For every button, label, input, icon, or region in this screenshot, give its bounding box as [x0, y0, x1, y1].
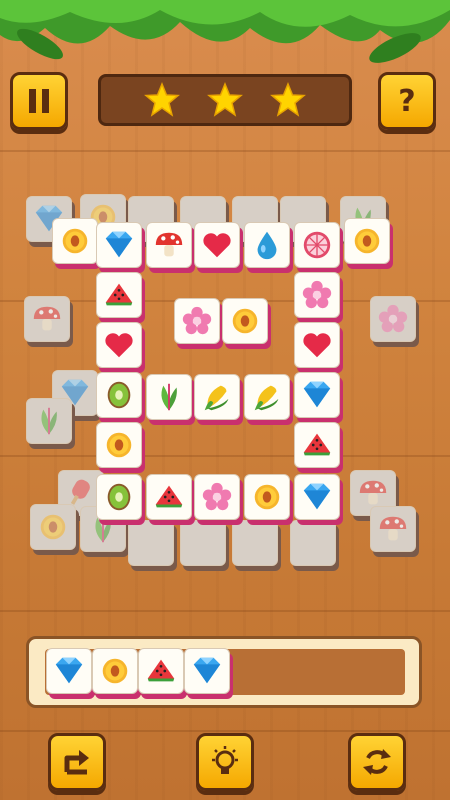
jungle-leaves-decoration	[0, 0, 450, 63]
board-tile[interactable]	[294, 222, 344, 274]
mushroom-icon	[155, 232, 183, 257]
hidden-tile	[180, 520, 230, 572]
lemon-slice-icon	[303, 231, 331, 259]
board-tile[interactable]	[52, 218, 102, 270]
watermelon-icon	[155, 485, 183, 508]
diamond-icon	[193, 657, 221, 684]
tray-slot-tile[interactable]	[138, 648, 188, 700]
board-tile[interactable]	[194, 222, 244, 274]
star-icon	[269, 82, 306, 117]
board-tile[interactable]	[146, 374, 196, 426]
-icon	[238, 526, 272, 560]
pause-icon	[29, 89, 49, 113]
-icon	[134, 526, 168, 560]
board-tile[interactable]	[96, 272, 146, 324]
star-rating-bar	[98, 74, 352, 126]
corn-icon	[204, 385, 229, 411]
star-icon	[144, 82, 181, 117]
board-tile[interactable]	[294, 422, 344, 474]
lower-tile	[370, 296, 420, 348]
mushroom-icon	[33, 306, 61, 331]
peach-icon	[354, 228, 380, 254]
tray-slot-tile[interactable]	[184, 648, 234, 700]
board-tile[interactable]	[344, 218, 394, 270]
kiwi-icon	[107, 381, 131, 409]
hint-lightbulb-icon	[212, 746, 238, 774]
board-tile[interactable]	[96, 474, 146, 526]
diamond-icon	[303, 483, 331, 510]
help-label: ?	[398, 83, 416, 119]
board-tile[interactable]	[96, 322, 146, 374]
board-tile[interactable]	[146, 222, 196, 274]
board-tile[interactable]	[146, 474, 196, 526]
help-button[interactable]: ?	[378, 72, 436, 130]
-icon	[186, 526, 220, 560]
lower-tile	[30, 504, 80, 556]
board-tile[interactable]	[244, 222, 294, 274]
watermelon-icon	[147, 659, 175, 682]
-icon	[296, 526, 330, 560]
lower-tile	[24, 296, 74, 348]
flower-icon	[202, 482, 232, 511]
tray-slot-tile[interactable]	[92, 648, 142, 700]
board-tile[interactable]	[294, 372, 344, 424]
undo-icon	[64, 750, 89, 775]
kiwi-icon	[107, 483, 131, 511]
flower-icon	[378, 304, 408, 333]
wood-plank-line	[0, 610, 450, 612]
board-tile[interactable]	[174, 298, 224, 350]
hidden-tile	[128, 520, 178, 572]
watermelon-icon	[105, 283, 133, 306]
shuffle-button[interactable]	[348, 733, 406, 791]
hint-button[interactable]	[196, 733, 254, 791]
board-tile[interactable]	[194, 474, 244, 526]
peach-icon	[232, 308, 258, 334]
board-tile[interactable]	[294, 474, 344, 526]
peach-icon	[254, 484, 280, 510]
peach-icon	[106, 432, 132, 458]
heart-icon	[203, 233, 231, 258]
heart-icon	[105, 333, 133, 358]
board-tile[interactable]	[244, 374, 294, 426]
board-tile[interactable]	[294, 322, 344, 374]
leaves-icon	[41, 407, 57, 435]
water-drop-icon	[257, 231, 277, 260]
board-tile[interactable]	[222, 298, 272, 350]
tray-slot-tile[interactable]	[46, 648, 96, 700]
board-tile[interactable]	[194, 374, 244, 426]
board-tile[interactable]	[96, 372, 146, 424]
wood-plank-line	[0, 730, 450, 732]
diamond-icon	[303, 381, 331, 408]
peach-icon	[102, 658, 128, 684]
board-tile[interactable]	[294, 272, 344, 324]
diamond-icon	[55, 657, 83, 684]
board-tile[interactable]	[96, 422, 146, 474]
mushroom-icon	[359, 480, 387, 505]
star-icon	[207, 82, 243, 117]
peach-icon	[40, 514, 66, 540]
leaves-icon	[161, 383, 177, 411]
watermelon-icon	[303, 433, 331, 456]
corn-icon	[254, 385, 279, 411]
pause-button[interactable]	[10, 72, 68, 130]
mushroom-icon	[379, 516, 407, 541]
flower-icon	[182, 306, 212, 335]
peach-icon	[62, 228, 88, 254]
diamond-icon	[105, 231, 133, 258]
hidden-tile	[232, 520, 282, 572]
board-tile[interactable]	[96, 222, 146, 274]
lower-tile	[26, 398, 76, 450]
heart-icon	[303, 333, 331, 358]
wood-plank-line	[0, 455, 450, 457]
flower-icon	[302, 280, 332, 309]
hidden-tile	[290, 520, 340, 572]
wood-plank-line	[0, 150, 450, 152]
lower-tile	[370, 506, 420, 558]
shuffle-icon	[363, 749, 391, 775]
board-tile[interactable]	[244, 474, 294, 526]
undo-button[interactable]	[48, 733, 106, 791]
